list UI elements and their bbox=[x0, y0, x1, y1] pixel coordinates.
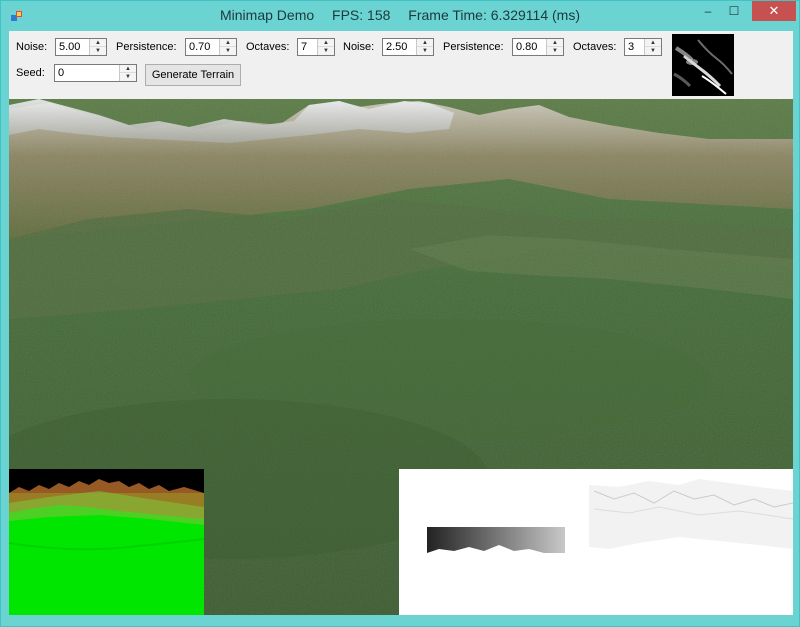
down-arrow-icon[interactable]: ▼ bbox=[547, 47, 563, 55]
terrain-controls-panel: Noise: 5.00 ▲ ▼ Persistence: 0.70 ▲ ▼ Oc… bbox=[9, 31, 793, 99]
seed-label: Seed: bbox=[16, 67, 45, 79]
persistence-label-1: Persistence: bbox=[116, 41, 177, 53]
close-button[interactable]: ✕ bbox=[752, 1, 796, 21]
window-title: Minimap Demo FPS: 158 Frame Time: 6.3291… bbox=[1, 7, 799, 23]
title-frame-time: Frame Time: 6.329114 (ms) bbox=[408, 7, 580, 23]
up-arrow-icon[interactable]: ▲ bbox=[120, 65, 136, 73]
up-arrow-icon[interactable]: ▲ bbox=[547, 39, 563, 47]
noise-stepper-1[interactable]: 5.00 ▲ ▼ bbox=[55, 38, 107, 56]
down-arrow-icon[interactable]: ▼ bbox=[220, 47, 236, 55]
noise-stepper-2[interactable]: 2.50 ▲ ▼ bbox=[382, 38, 434, 56]
seed-value: 0 bbox=[58, 67, 65, 79]
octaves-label-2: Octaves: bbox=[573, 41, 617, 53]
title-fps: FPS: 158 bbox=[332, 7, 391, 23]
noise-label-2: Noise: bbox=[343, 41, 375, 53]
minimap-depth-view bbox=[399, 469, 793, 615]
persistence-label-2: Persistence: bbox=[443, 41, 504, 53]
app-window: Minimap Demo FPS: 158 Frame Time: 6.3291… bbox=[0, 0, 800, 627]
down-arrow-icon[interactable]: ▼ bbox=[90, 47, 106, 55]
persistence-value-2: 0.80 bbox=[516, 41, 538, 53]
up-arrow-icon[interactable]: ▲ bbox=[90, 39, 106, 47]
persistence-stepper-1[interactable]: 0.70 ▲ ▼ bbox=[185, 38, 237, 56]
noise-label-1: Noise: bbox=[16, 41, 48, 53]
down-arrow-icon[interactable]: ▼ bbox=[120, 73, 136, 81]
octaves-stepper-1[interactable]: 7 ▲ ▼ bbox=[297, 38, 335, 56]
noise-value-2: 2.50 bbox=[386, 41, 408, 53]
up-arrow-icon[interactable]: ▲ bbox=[318, 39, 334, 47]
up-arrow-icon[interactable]: ▲ bbox=[220, 39, 236, 47]
seed-stepper[interactable]: 0 ▲ ▼ bbox=[54, 64, 137, 82]
octaves-label-1: Octaves: bbox=[246, 41, 290, 53]
up-arrow-icon[interactable]: ▲ bbox=[645, 39, 661, 47]
octaves-value-1: 7 bbox=[301, 41, 308, 53]
up-arrow-icon[interactable]: ▲ bbox=[417, 39, 433, 47]
octaves-stepper-2[interactable]: 3 ▲ ▼ bbox=[624, 38, 662, 56]
down-arrow-icon[interactable]: ▼ bbox=[417, 47, 433, 55]
noise-preview-thumbnail bbox=[672, 34, 734, 96]
title-bar[interactable]: Minimap Demo FPS: 158 Frame Time: 6.3291… bbox=[1, 1, 799, 31]
octaves-value-2: 3 bbox=[628, 41, 635, 53]
maximize-button[interactable]: ☐ bbox=[721, 1, 747, 21]
minimap-color-view bbox=[9, 469, 204, 615]
persistence-value-1: 0.70 bbox=[189, 41, 211, 53]
minimize-button[interactable]: – bbox=[695, 1, 721, 21]
generate-terrain-button[interactable]: Generate Terrain bbox=[145, 64, 241, 86]
down-arrow-icon[interactable]: ▼ bbox=[645, 47, 661, 55]
persistence-stepper-2[interactable]: 0.80 ▲ ▼ bbox=[512, 38, 564, 56]
noise-value-1: 5.00 bbox=[59, 41, 81, 53]
down-arrow-icon[interactable]: ▼ bbox=[318, 47, 334, 55]
title-app-name: Minimap Demo bbox=[220, 7, 315, 23]
